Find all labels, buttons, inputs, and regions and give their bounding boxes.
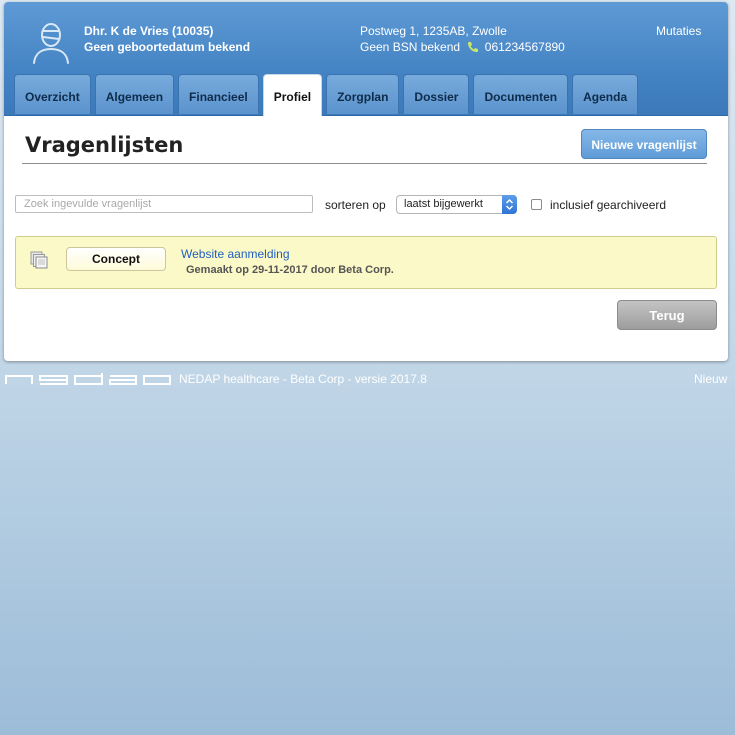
- tab-overzicht[interactable]: Overzicht: [14, 74, 91, 114]
- client-name: Dhr. K de Vries (10035): [84, 24, 214, 38]
- tab-algemeen[interactable]: Algemeen: [94, 74, 175, 114]
- archived-label: inclusief gearchiveerd: [550, 198, 667, 212]
- tab-documenten[interactable]: Documenten: [473, 74, 569, 114]
- concept-status-button[interactable]: Concept: [66, 247, 166, 271]
- tab-agenda[interactable]: Agenda: [572, 74, 639, 114]
- client-bsn-phone: Geen BSN bekend 061234567890: [360, 40, 565, 54]
- select-arrows-icon: [502, 195, 517, 214]
- questionnaire-name-link[interactable]: Website aanmelding: [181, 247, 290, 261]
- back-button[interactable]: Terug: [617, 300, 717, 330]
- archived-checkbox[interactable]: [531, 199, 542, 210]
- client-phone[interactable]: 061234567890: [485, 40, 565, 54]
- phone-icon: [468, 42, 479, 52]
- tab-dossier[interactable]: Dossier: [403, 74, 470, 114]
- client-header: Dhr. K de Vries (10035) Geen geboortedat…: [4, 2, 728, 116]
- sort-label: sorteren op: [325, 198, 386, 212]
- footer-version-text: NEDAP healthcare - Beta Corp - versie 20…: [179, 372, 427, 386]
- search-input[interactable]: [15, 195, 313, 213]
- questionnaire-meta: Gemaakt op 29-11-2017 door Beta Corp.: [186, 264, 394, 276]
- page-title: Vragenlijsten: [25, 133, 184, 157]
- title-divider: [22, 163, 707, 164]
- tab-bar: Overzicht Algemeen Financieel Profiel Zorgpl…: [14, 74, 639, 116]
- sort-select[interactable]: laatst bijgewerkt: [396, 195, 517, 214]
- tab-zorgplan[interactable]: Zorgplan: [326, 74, 400, 114]
- client-avatar-icon: [33, 23, 69, 64]
- footer-new-link[interactable]: Nieuw: [694, 372, 727, 386]
- tab-financieel[interactable]: Financieel: [178, 74, 259, 114]
- mutaties-link[interactable]: Mutaties: [656, 24, 701, 38]
- client-bsn: Geen BSN bekend: [360, 40, 461, 54]
- nedap-logo: [5, 373, 171, 385]
- new-questionnaire-button[interactable]: Nieuwe vragenlijst: [581, 129, 707, 159]
- main-panel: Dhr. K de Vries (10035) Geen geboortedat…: [4, 2, 728, 361]
- sort-select-value: laatst bijgewerkt: [404, 198, 483, 210]
- questionnaire-item: Concept Website aanmelding Gemaakt op 29…: [15, 236, 717, 289]
- document-stack-icon: [30, 251, 48, 269]
- client-address: Postweg 1, 1235AB, Zwolle: [360, 24, 507, 38]
- client-birthdate: Geen geboortedatum bekend: [84, 40, 251, 54]
- tab-profiel[interactable]: Profiel: [262, 74, 323, 116]
